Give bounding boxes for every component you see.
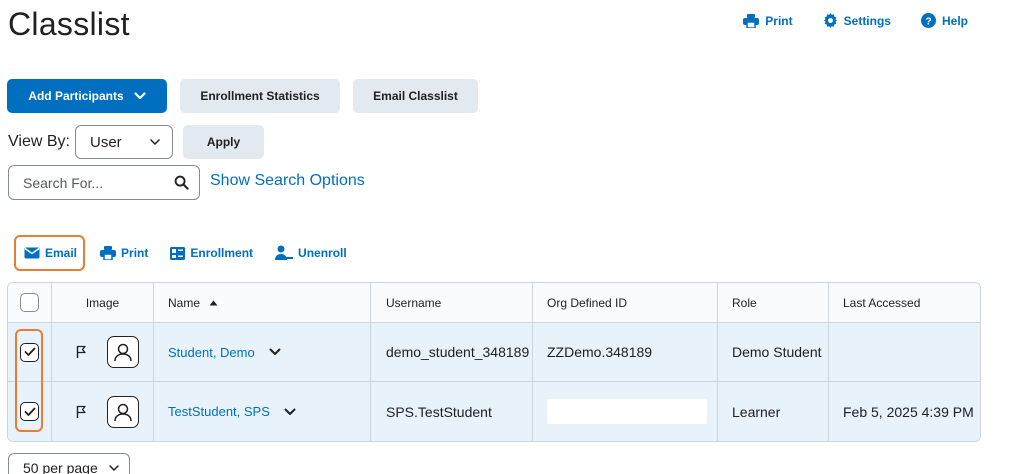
view-by-select[interactable]: User [75,125,173,159]
table-header-row: Image Name Username Org Defined ID Role … [8,283,980,323]
role-cell: Learner [718,382,829,441]
page-title: Classlist [8,6,130,42]
email-classlist-button[interactable]: Email Classlist [353,79,478,113]
last-accessed-column-header[interactable]: Last Accessed [829,283,980,322]
select-all-cell [8,283,52,322]
image-cell [52,382,154,441]
checkmark-icon [24,407,35,416]
print-button[interactable]: Print [100,246,148,260]
top-actions: Print Settings ? Help [743,13,968,28]
printer-icon [100,246,117,260]
org-id-cell [533,382,718,441]
username-cell: SPS.TestStudent [371,382,533,441]
settings-link[interactable]: Settings [823,13,891,28]
image-column-header: Image [52,283,154,322]
chevron-down-icon[interactable] [284,408,296,416]
help-link[interactable]: ? Help [920,13,968,28]
chevron-down-icon [109,465,119,471]
table-row: Student, Demo demo_student_348189 ZZDemo… [8,323,980,382]
role-column-header[interactable]: Role [718,283,829,322]
show-search-options-link[interactable]: Show Search Options [210,172,365,190]
row-checkbox[interactable] [20,402,39,421]
name-cell: Student, Demo [154,323,371,381]
add-participants-button[interactable]: Add Participants [7,79,167,113]
envelope-icon [24,247,40,259]
chevron-down-icon [150,139,160,145]
org-id-column-header[interactable]: Org Defined ID [533,283,718,322]
org-id-cell: ZZDemo.348189 [533,323,718,381]
apply-button[interactable]: Apply [183,125,264,159]
row-checkbox[interactable] [20,342,39,362]
help-icon: ? [920,13,936,28]
chevron-down-icon[interactable] [269,348,281,356]
username-column-header[interactable]: Username [371,283,533,322]
search-icon[interactable] [174,175,189,190]
printer-icon [743,13,760,28]
print-link[interactable]: Print [743,13,793,28]
gear-icon [823,13,838,28]
student-name-link[interactable]: TestStudent, SPS [168,404,270,419]
name-cell: TestStudent, SPS [154,382,371,441]
checkmark-icon [24,347,35,356]
chevron-down-icon [134,92,146,100]
redacted-org-id [547,399,707,424]
view-by-value: User [90,133,122,151]
print-button-label: Print [121,246,149,260]
table-row: TestStudent, SPS SPS.TestStudent Learner… [8,382,980,441]
last-accessed-cell: Feb 5, 2025 4:39 PM [843,403,974,420]
svg-text:?: ? [925,16,931,27]
enrollment-statistics-button[interactable]: Enrollment Statistics [180,79,340,113]
enrollment-button[interactable]: Enrollment [170,246,253,260]
search-box [8,165,200,200]
name-column-header[interactable]: Name [154,283,371,322]
role-cell: Demo Student [718,323,829,381]
search-input[interactable] [23,174,163,191]
user-avatar-icon [107,395,139,428]
sort-ascending-icon [209,300,218,306]
row-select-cell [8,323,52,381]
email-button-label: Email [45,246,78,260]
classlist-toolbar: Email Print Enrollment Unenroll [14,235,369,271]
per-page-select[interactable]: 50 per page [8,453,130,474]
flag-icon[interactable] [76,405,87,419]
print-link-label: Print [765,13,793,28]
classlist-table: Image Name Username Org Defined ID Role … [7,282,981,442]
unenroll-button[interactable]: Unenroll [275,245,347,261]
user-avatar-icon [107,336,139,368]
per-page-value: 50 per page [23,460,98,474]
unenroll-icon [275,245,294,261]
view-by-label: View By: [8,133,70,150]
row-select-cell [8,382,52,441]
enrollment-button-label: Enrollment [190,246,254,260]
flag-icon[interactable] [76,345,87,359]
select-all-checkbox[interactable] [20,293,39,312]
name-header-label: Name [168,295,201,310]
unenroll-button-label: Unenroll [298,246,347,260]
image-cell [52,323,154,381]
add-participants-label: Add Participants [28,89,124,103]
email-button[interactable]: Email [14,235,86,271]
username-cell: demo_student_348189 [371,323,533,381]
enrollment-icon [170,246,186,260]
last-accessed-cell [829,323,980,381]
student-name-link[interactable]: Student, Demo [168,345,255,360]
settings-link-label: Settings [843,13,891,28]
help-link-label: Help [941,13,968,28]
